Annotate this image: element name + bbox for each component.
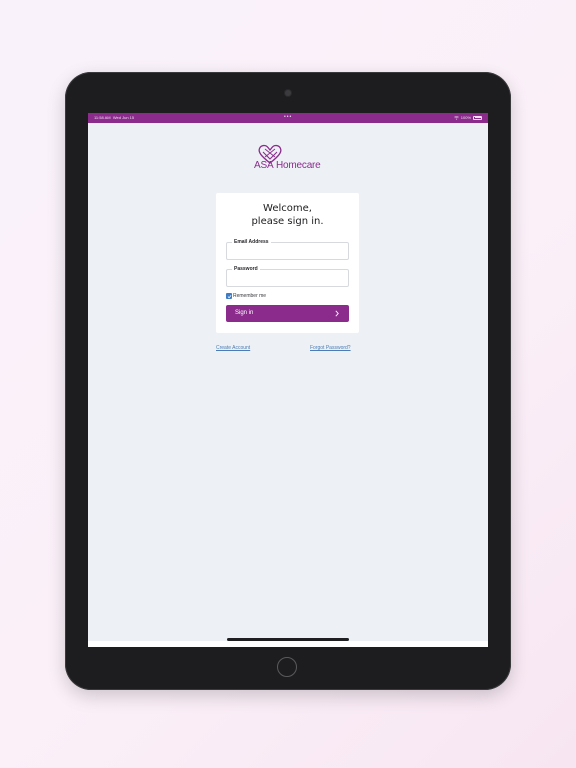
- battery-icon: [473, 115, 482, 120]
- wifi-icon: [453, 115, 459, 120]
- email-input[interactable]: [231, 247, 343, 256]
- chevron-right-icon: [335, 310, 339, 317]
- bottom-safe-area: [88, 641, 488, 647]
- status-time: 11:58 AM Wed Jun 15: [94, 115, 135, 120]
- front-camera: [285, 90, 291, 96]
- login-card: Welcome, please sign in. Email Address P…: [216, 193, 359, 333]
- home-button[interactable]: [277, 657, 297, 677]
- ipad-device-frame: 11:58 AM Wed Jun 15 ••• 100% ASA Homecar…: [65, 72, 511, 690]
- status-bar: 11:58 AM Wed Jun 15 ••• 100%: [88, 113, 488, 123]
- password-input[interactable]: [231, 274, 343, 283]
- sign-in-button[interactable]: Sign in: [226, 305, 349, 322]
- home-indicator[interactable]: [227, 638, 349, 641]
- remember-me-label: Remember me: [233, 293, 267, 299]
- status-indicators: 100%: [453, 115, 482, 120]
- battery-percent: 100%: [460, 115, 471, 120]
- app-screen: 11:58 AM Wed Jun 15 ••• 100% ASA Homecar…: [88, 113, 488, 647]
- brand-logo: ASA Homecare: [252, 143, 324, 173]
- create-account-link[interactable]: Create Account: [216, 345, 250, 351]
- forgot-password-link[interactable]: Forgot Password?: [310, 345, 351, 351]
- welcome-heading: Welcome, please sign in.: [251, 203, 324, 227]
- email-field[interactable]: Email Address: [226, 239, 349, 260]
- email-field-label: Email Address: [232, 239, 271, 245]
- remember-me-checkbox[interactable]: [226, 293, 232, 299]
- password-field-label: Password: [232, 266, 260, 272]
- remember-me-row[interactable]: Remember me: [226, 293, 266, 299]
- brand-wordmark: ASA Homecare: [254, 160, 321, 171]
- password-field[interactable]: Password: [226, 266, 349, 287]
- checkmark-icon: [227, 294, 231, 298]
- sign-in-button-label: Sign in: [235, 310, 254, 316]
- multitasking-dots[interactable]: •••: [284, 114, 292, 120]
